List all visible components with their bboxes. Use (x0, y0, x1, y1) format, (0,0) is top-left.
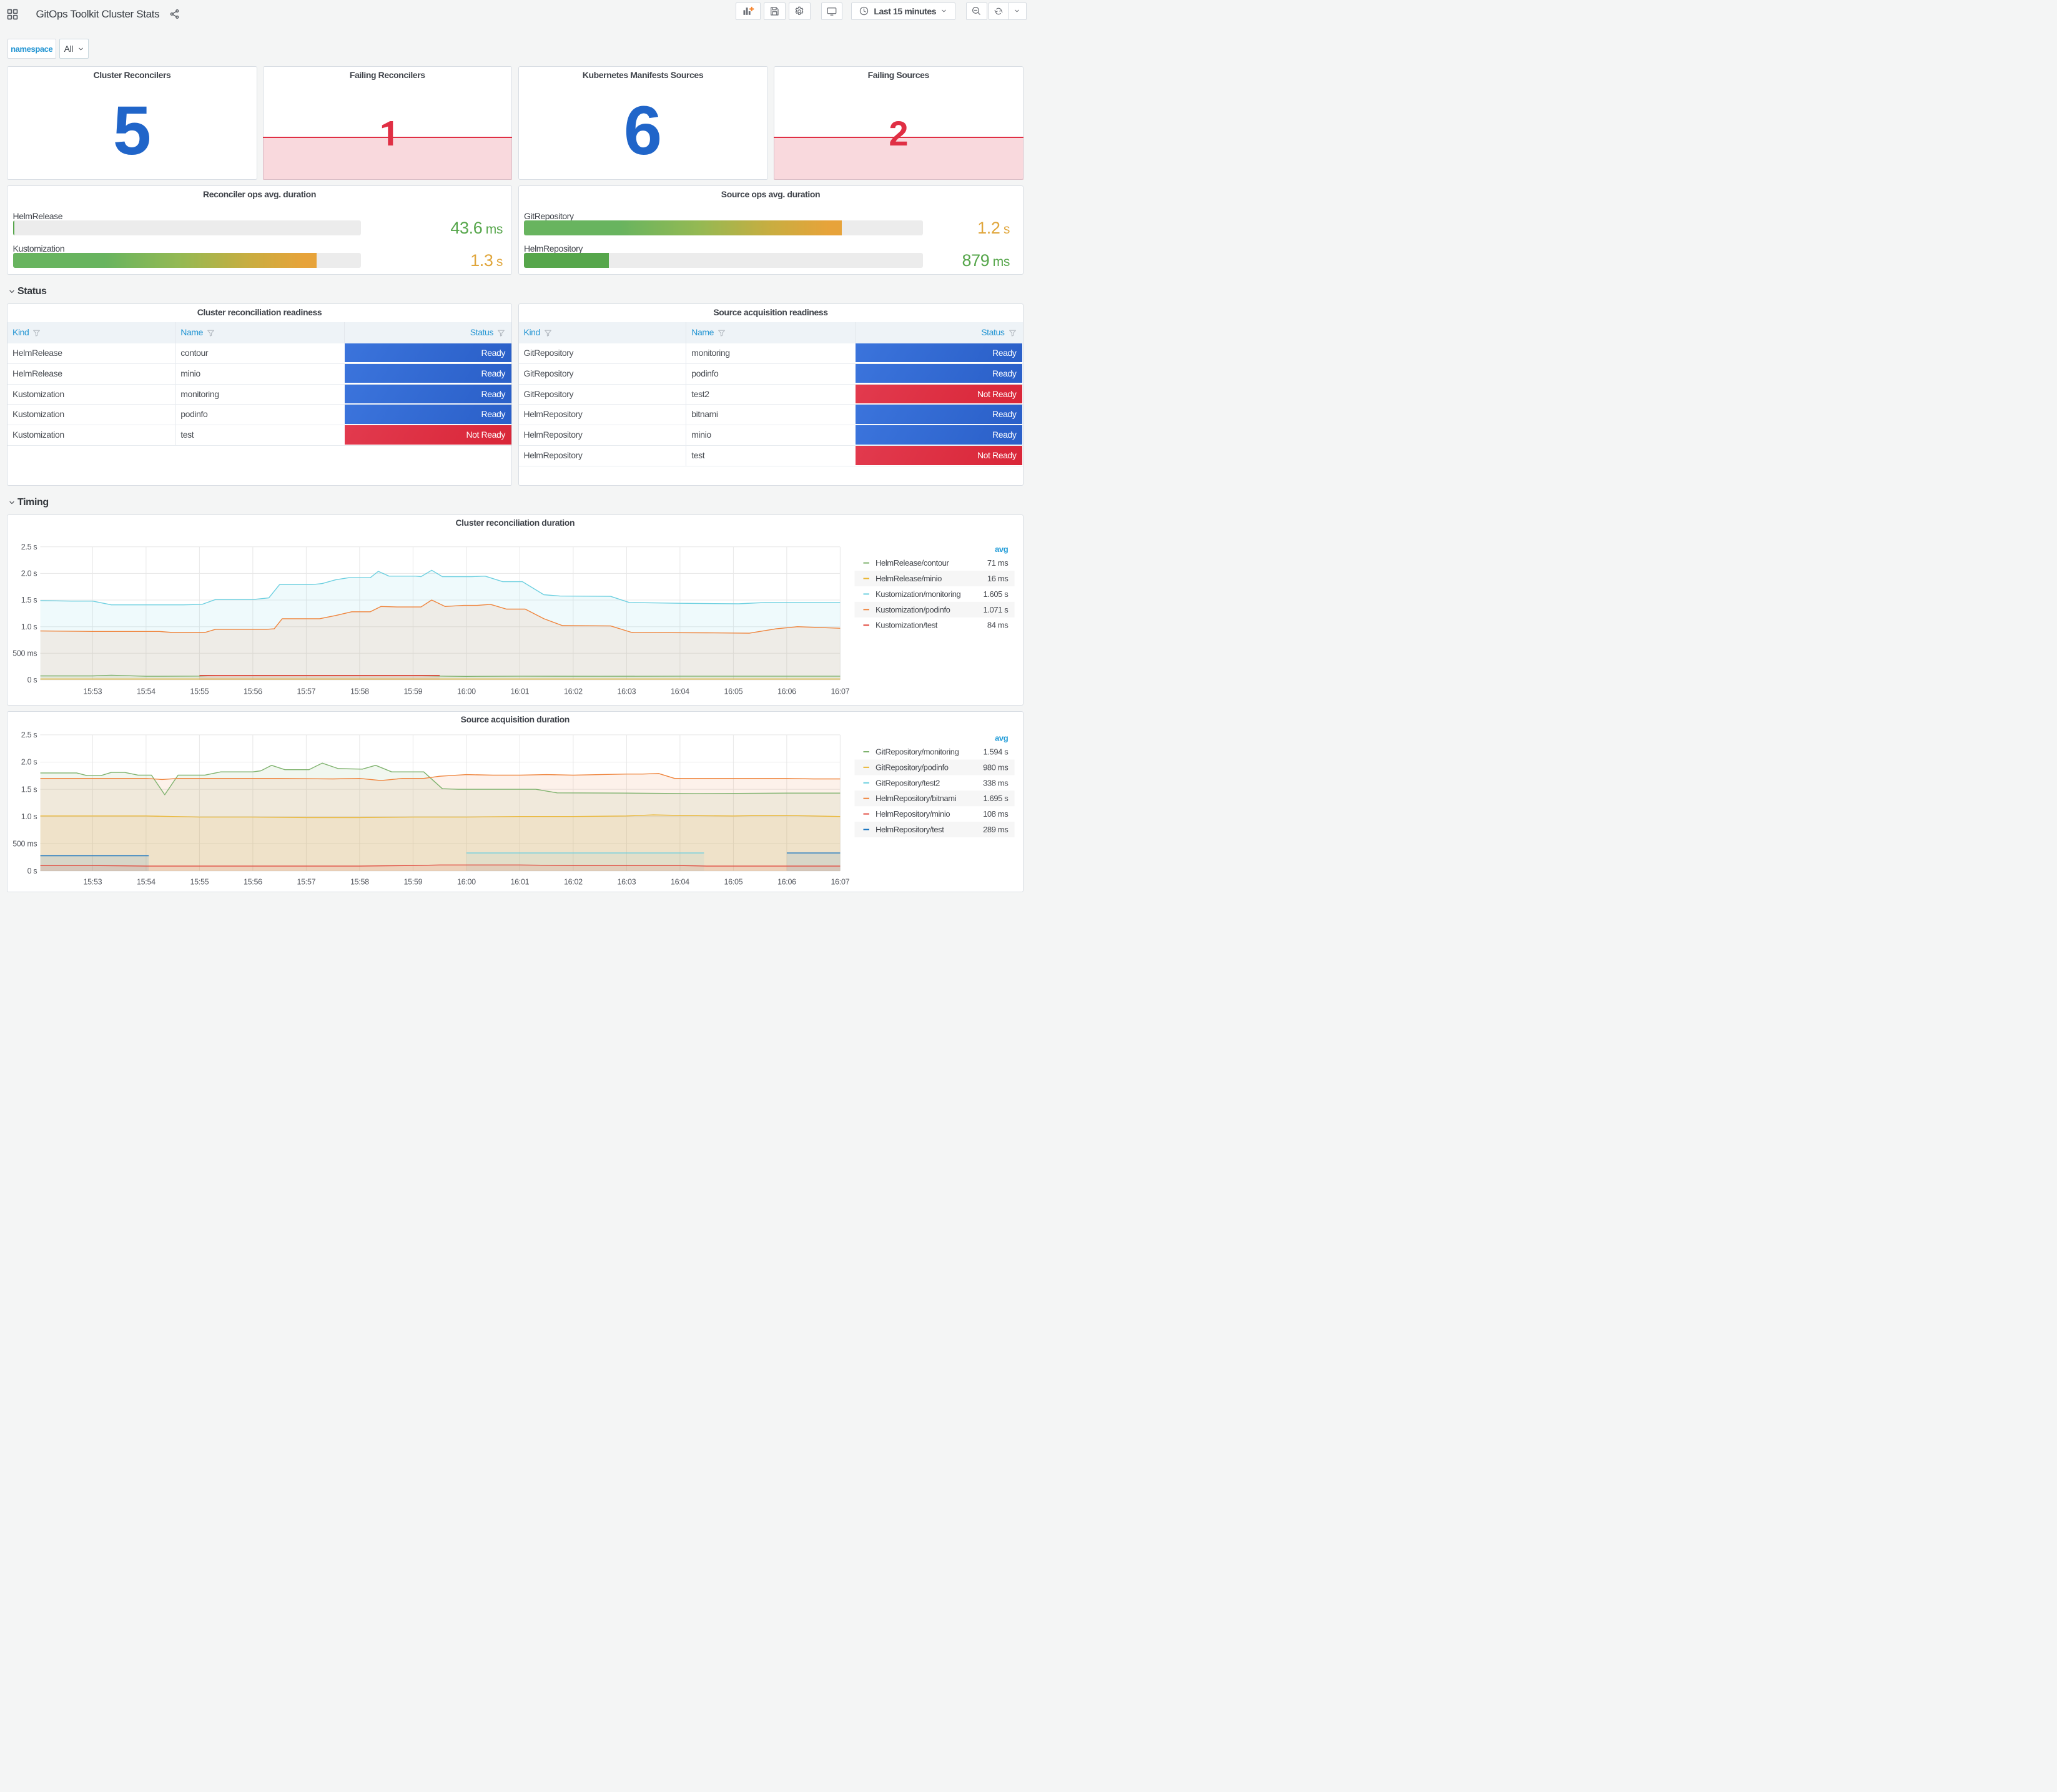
svg-text:16:07: 16:07 (831, 878, 850, 887)
svg-text:1.5 s: 1.5 s (21, 785, 37, 794)
svg-text:15:54: 15:54 (137, 878, 155, 887)
svg-text:15:57: 15:57 (297, 878, 316, 887)
svg-text:16:06: 16:06 (777, 687, 796, 696)
svg-text:16:00: 16:00 (457, 687, 476, 696)
svg-text:2.0 s: 2.0 s (21, 758, 37, 767)
svg-text:16:00: 16:00 (457, 878, 476, 887)
svg-text:GitRepository/monitoring: GitRepository/monitoring (876, 747, 959, 757)
svg-text:15:59: 15:59 (404, 687, 423, 696)
svg-text:15:53: 15:53 (84, 687, 102, 696)
svg-text:HelmRepository/bitnami: HelmRepository/bitnami (876, 794, 957, 803)
svg-text:GitRepository/podinfo: GitRepository/podinfo (876, 762, 949, 772)
svg-text:71 ms: 71 ms (987, 558, 1009, 568)
svg-text:15:55: 15:55 (190, 687, 209, 696)
svg-text:15:55: 15:55 (190, 878, 209, 887)
svg-text:1.594 s: 1.594 s (983, 747, 1009, 757)
svg-text:16:05: 16:05 (724, 878, 743, 887)
svg-text:Kustomization/podinfo: Kustomization/podinfo (876, 604, 950, 614)
svg-text:15:59: 15:59 (404, 878, 423, 887)
svg-text:16:01: 16:01 (511, 878, 530, 887)
svg-text:Kustomization/test: Kustomization/test (876, 620, 938, 629)
svg-text:16:02: 16:02 (564, 878, 583, 887)
svg-text:16:07: 16:07 (831, 687, 850, 696)
svg-text:289 ms: 289 ms (983, 825, 1009, 834)
svg-text:1.071 s: 1.071 s (983, 604, 1009, 614)
svg-text:2.5 s: 2.5 s (21, 731, 37, 739)
svg-text:15:58: 15:58 (350, 878, 369, 887)
svg-text:15:57: 15:57 (297, 687, 316, 696)
svg-text:1.605 s: 1.605 s (983, 589, 1009, 598)
svg-text:1.695 s: 1.695 s (983, 794, 1009, 803)
svg-text:1.0 s: 1.0 s (21, 622, 37, 631)
svg-text:HelmRelease/contour: HelmRelease/contour (876, 558, 949, 568)
svg-text:GitRepository/test2: GitRepository/test2 (876, 778, 940, 787)
svg-text:16:04: 16:04 (671, 687, 689, 696)
svg-text:16:06: 16:06 (777, 878, 796, 887)
svg-text:338 ms: 338 ms (983, 778, 1009, 787)
svg-text:15:56: 15:56 (244, 687, 262, 696)
svg-text:15:56: 15:56 (244, 878, 262, 887)
svg-text:16:05: 16:05 (724, 687, 743, 696)
svg-text:avg: avg (995, 734, 1009, 743)
svg-text:2.0 s: 2.0 s (21, 569, 37, 578)
svg-text:0 s: 0 s (27, 867, 37, 875)
svg-text:15:58: 15:58 (350, 687, 369, 696)
svg-text:15:54: 15:54 (137, 687, 155, 696)
svg-text:16:03: 16:03 (618, 687, 636, 696)
svg-text:16 ms: 16 ms (987, 574, 1009, 583)
svg-text:1.5 s: 1.5 s (21, 596, 37, 604)
svg-text:84 ms: 84 ms (987, 620, 1009, 629)
svg-text:16:01: 16:01 (511, 687, 530, 696)
svg-text:Cluster reconciliation duratio: Cluster reconciliation duration (455, 518, 575, 528)
svg-text:16:04: 16:04 (671, 878, 689, 887)
svg-text:16:02: 16:02 (564, 687, 583, 696)
svg-text:108 ms: 108 ms (983, 809, 1009, 819)
svg-text:HelmRepository/minio: HelmRepository/minio (876, 809, 950, 819)
svg-text:Kustomization/monitoring: Kustomization/monitoring (876, 589, 961, 598)
svg-text:500 ms: 500 ms (12, 840, 37, 849)
svg-text:500 ms: 500 ms (12, 649, 37, 657)
svg-text:1.0 s: 1.0 s (21, 812, 37, 821)
svg-text:HelmRepository/test: HelmRepository/test (876, 825, 944, 834)
svg-text:Source acquisition duration: Source acquisition duration (461, 714, 570, 724)
svg-text:980 ms: 980 ms (983, 762, 1009, 772)
svg-text:HelmRelease/minio: HelmRelease/minio (876, 574, 942, 583)
svg-text:15:53: 15:53 (84, 878, 102, 887)
svg-text:16:03: 16:03 (618, 878, 636, 887)
svg-text:2.5 s: 2.5 s (21, 543, 37, 551)
svg-text:avg: avg (995, 544, 1009, 553)
svg-text:0 s: 0 s (27, 676, 37, 684)
